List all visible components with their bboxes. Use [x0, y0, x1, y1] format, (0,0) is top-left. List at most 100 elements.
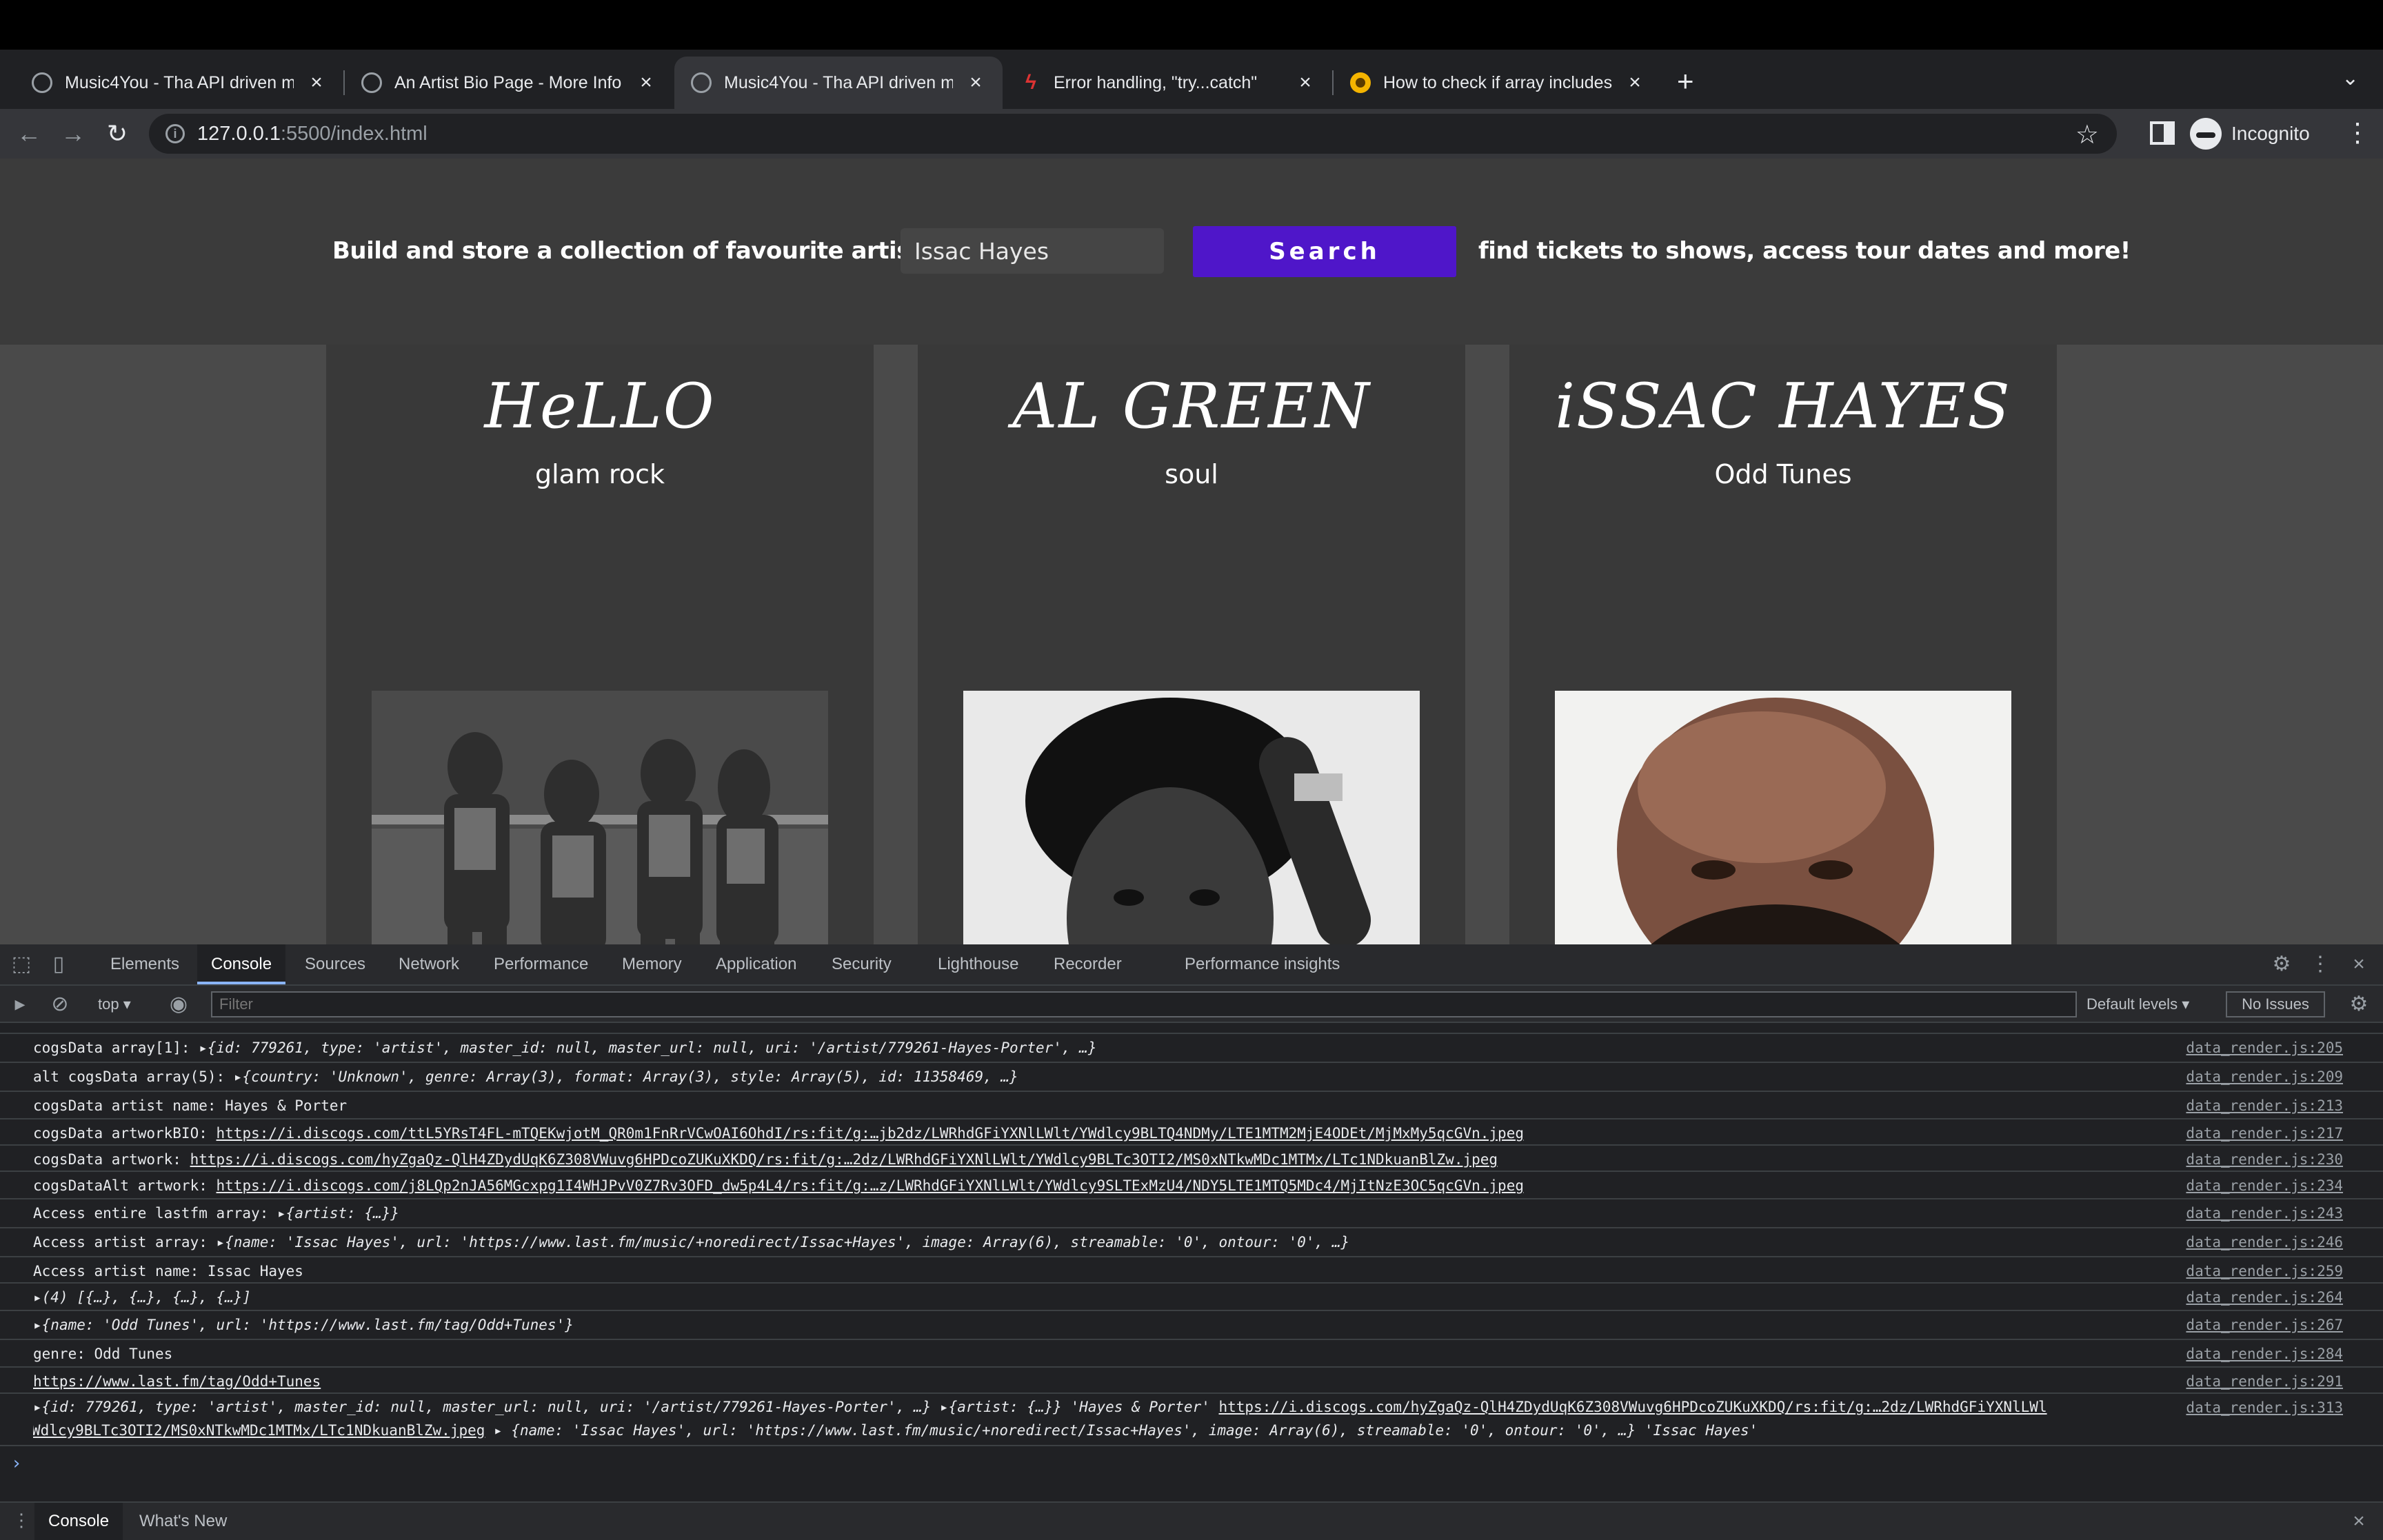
- expand-triangle-icon[interactable]: ▸: [277, 1205, 286, 1222]
- log-object[interactable]: {artist: {…}}: [286, 1205, 399, 1222]
- expand-triangle-icon[interactable]: ▸: [234, 1068, 243, 1085]
- issues-button[interactable]: No Issues: [2226, 991, 2325, 1017]
- devtools-tab-elements[interactable]: Elements: [97, 944, 193, 984]
- close-tab-icon[interactable]: ×: [965, 71, 986, 94]
- expand-triangle-icon[interactable]: ▸: [217, 1234, 225, 1250]
- log-source-link[interactable]: data_render.js:313: [2186, 1395, 2343, 1420]
- log-object[interactable]: {country: 'Unknown', genre: Array(3), fo…: [242, 1068, 1018, 1085]
- console-settings-gear-icon[interactable]: ⚙: [2349, 994, 2369, 1015]
- console-row: Access artist name: Issac Hayes data_ren…: [0, 1259, 2383, 1284]
- expand-triangle-icon[interactable]: ▸: [33, 1399, 42, 1415]
- log-array[interactable]: (4) [{…}, {…}, {…}, {…}]: [42, 1289, 251, 1306]
- expand-triangle-icon[interactable]: ▸: [33, 1317, 42, 1333]
- log-source-link[interactable]: data_render.js:291: [2186, 1369, 2343, 1394]
- devtools-tab-console[interactable]: Console: [197, 944, 286, 984]
- side-panel-icon[interactable]: [2150, 121, 2175, 145]
- tab-strip: Music4You - Tha API driven m × An Artist…: [0, 50, 2383, 109]
- log-source-link[interactable]: data_render.js:246: [2186, 1230, 2343, 1255]
- log-source-link[interactable]: data_render.js:217: [2186, 1121, 2343, 1146]
- new-tab-plus-icon[interactable]: +: [1677, 67, 1694, 96]
- log-object[interactable]: {id: 779261, type: 'artist', master_id: …: [208, 1040, 1097, 1056]
- address-bar[interactable]: i 127.0.0.1:5500/index.html ☆: [149, 114, 2117, 154]
- log-source-link[interactable]: data_render.js:259: [2186, 1259, 2343, 1284]
- artist-card[interactable]: AL GREEN soul: [918, 345, 1465, 944]
- browser-tab-4[interactable]: ϟ Error handling, "try...catch" ×: [1004, 57, 1332, 109]
- close-tab-icon[interactable]: ×: [636, 71, 656, 94]
- drawer-tab-console[interactable]: Console: [34, 1503, 123, 1540]
- search-button[interactable]: Search: [1193, 226, 1456, 277]
- console-row: ▸{name: 'Odd Tunes', url: 'https://www.l…: [0, 1313, 2383, 1340]
- drawer-menu-icon[interactable]: ⋮: [11, 1510, 32, 1530]
- devtools-tab-security[interactable]: Security: [818, 944, 905, 984]
- console-filter-input[interactable]: [211, 991, 2077, 1017]
- expand-triangle-icon[interactable]: ▸: [33, 1289, 42, 1306]
- log-source-link[interactable]: data_render.js:243: [2186, 1201, 2343, 1226]
- log-url-link[interactable]: https://www.last.fm/tag/Odd+Tunes: [33, 1373, 321, 1390]
- reload-icon[interactable]: ↻: [101, 117, 134, 150]
- devtools-tab-recorder[interactable]: Recorder: [1040, 944, 1136, 984]
- devtools-tab-network[interactable]: Network: [385, 944, 473, 984]
- expand-triangle-icon[interactable]: ▸: [940, 1399, 949, 1415]
- drawer-tab-whats-new[interactable]: What's New: [125, 1503, 241, 1540]
- javascript-info-icon: ϟ: [1025, 71, 1036, 94]
- close-tab-icon[interactable]: ×: [1625, 71, 1645, 94]
- context-selector[interactable]: top ▾: [98, 986, 131, 1023]
- log-label: Access entire lastfm array:: [33, 1205, 278, 1222]
- log-url-link[interactable]: https://i.discogs.com/hyZgaQz-QlH4ZDydUq…: [1219, 1399, 2047, 1415]
- artist-search-input[interactable]: [901, 228, 1164, 274]
- site-header: Build and store a collection of favourit…: [0, 159, 2383, 345]
- devtools-tab-performance[interactable]: Performance: [480, 944, 602, 984]
- log-url-link[interactable]: https://i.discogs.com/ttL5YRsT4FL-mTQEKw…: [217, 1125, 1524, 1142]
- devtools-tab-lighthouse[interactable]: Lighthouse: [924, 944, 1032, 984]
- site-info-icon[interactable]: i: [165, 124, 185, 143]
- log-source-link[interactable]: data_render.js:209: [2186, 1064, 2343, 1089]
- devtools-menu-icon[interactable]: ⋮: [2310, 954, 2331, 975]
- log-source-link[interactable]: data_render.js:230: [2186, 1147, 2343, 1172]
- log-source-link[interactable]: data_render.js:284: [2186, 1341, 2343, 1366]
- bookmark-star-icon[interactable]: ☆: [2075, 119, 2099, 150]
- devtools-tab-memory[interactable]: Memory: [608, 944, 696, 984]
- log-object[interactable]: {name: 'Issac Hayes', url: 'https://www.…: [225, 1234, 1349, 1250]
- log-url-link[interactable]: https://i.discogs.com/hyZgaQz-QlH4ZDydUq…: [190, 1151, 1498, 1168]
- artist-card[interactable]: iSSAC HAYES Odd Tunes: [1509, 345, 2057, 944]
- log-object[interactable]: {artist: {…}} 'Hayes & Porter': [949, 1399, 1219, 1415]
- expand-triangle-icon[interactable]: ▸: [485, 1422, 503, 1439]
- log-source-link[interactable]: data_render.js:264: [2186, 1285, 2343, 1310]
- close-drawer-icon[interactable]: ×: [2349, 1511, 2369, 1532]
- live-expression-eye-icon[interactable]: ◉: [168, 994, 189, 1015]
- close-tab-icon[interactable]: ×: [306, 71, 327, 94]
- log-url-link[interactable]: https://i.discogs.com/j8LQp2nJA56MGcxpg1…: [217, 1177, 1524, 1194]
- close-devtools-icon[interactable]: ×: [2349, 954, 2369, 975]
- tab-title: Music4You - Tha API driven m: [65, 72, 294, 92]
- devtools-tab-performance-insights[interactable]: Performance insights: [1171, 944, 1354, 984]
- sidebar-toggle-icon[interactable]: ▸: [10, 994, 30, 1015]
- devtools-tab-sources[interactable]: Sources: [291, 944, 379, 984]
- settings-gear-icon[interactable]: ⚙: [2271, 954, 2292, 975]
- browser-tab-1[interactable]: Music4You - Tha API driven m ×: [15, 57, 343, 109]
- browser-tab-2[interactable]: An Artist Bio Page - More Info ×: [345, 57, 673, 109]
- tab-search-chevron-icon[interactable]: ⌄: [2342, 66, 2359, 90]
- log-source-link[interactable]: data_render.js:205: [2186, 1035, 2343, 1060]
- log-source-link[interactable]: data_render.js:267: [2186, 1313, 2343, 1337]
- device-toolbar-icon[interactable]: ▯: [48, 954, 69, 975]
- incognito-profile-button[interactable]: Incognito: [2190, 116, 2310, 152]
- clear-console-icon[interactable]: ⊘: [50, 994, 70, 1015]
- log-source-link[interactable]: data_render.js:234: [2186, 1173, 2343, 1198]
- browser-tab-5[interactable]: How to check if array includes ×: [1334, 57, 1662, 109]
- devtools-tab-application[interactable]: Application: [702, 944, 810, 984]
- inspect-element-icon[interactable]: ⬚: [11, 954, 32, 975]
- forward-arrow-icon[interactable]: →: [57, 117, 90, 150]
- log-source-link[interactable]: data_render.js:213: [2186, 1093, 2343, 1118]
- log-object[interactable]: {name: 'Odd Tunes', url: 'https://www.la…: [42, 1317, 574, 1333]
- browser-tab-3-active[interactable]: Music4You - Tha API driven m ×: [674, 57, 1003, 109]
- log-object[interactable]: {name: 'Issac Hayes', url: 'https://www.…: [503, 1422, 1758, 1439]
- browser-menu-icon[interactable]: ⋮: [2344, 117, 2371, 148]
- close-tab-icon[interactable]: ×: [1295, 71, 1316, 94]
- console-prompt-chevron-icon[interactable]: ›: [11, 1453, 22, 1474]
- expand-triangle-icon[interactable]: ▸: [199, 1040, 208, 1056]
- log-object[interactable]: {id: 779261, type: 'artist', master_id: …: [42, 1399, 940, 1415]
- artist-card[interactable]: HeLLO glam rock: [326, 345, 874, 944]
- log-url-link[interactable]: t/YWdlcy9BLTc3OTI2/MS0xNTkwMDc1MTMx/LTc1…: [33, 1422, 485, 1439]
- back-arrow-icon[interactable]: ←: [12, 117, 46, 150]
- log-levels-dropdown[interactable]: Default levels ▾: [2087, 986, 2189, 1023]
